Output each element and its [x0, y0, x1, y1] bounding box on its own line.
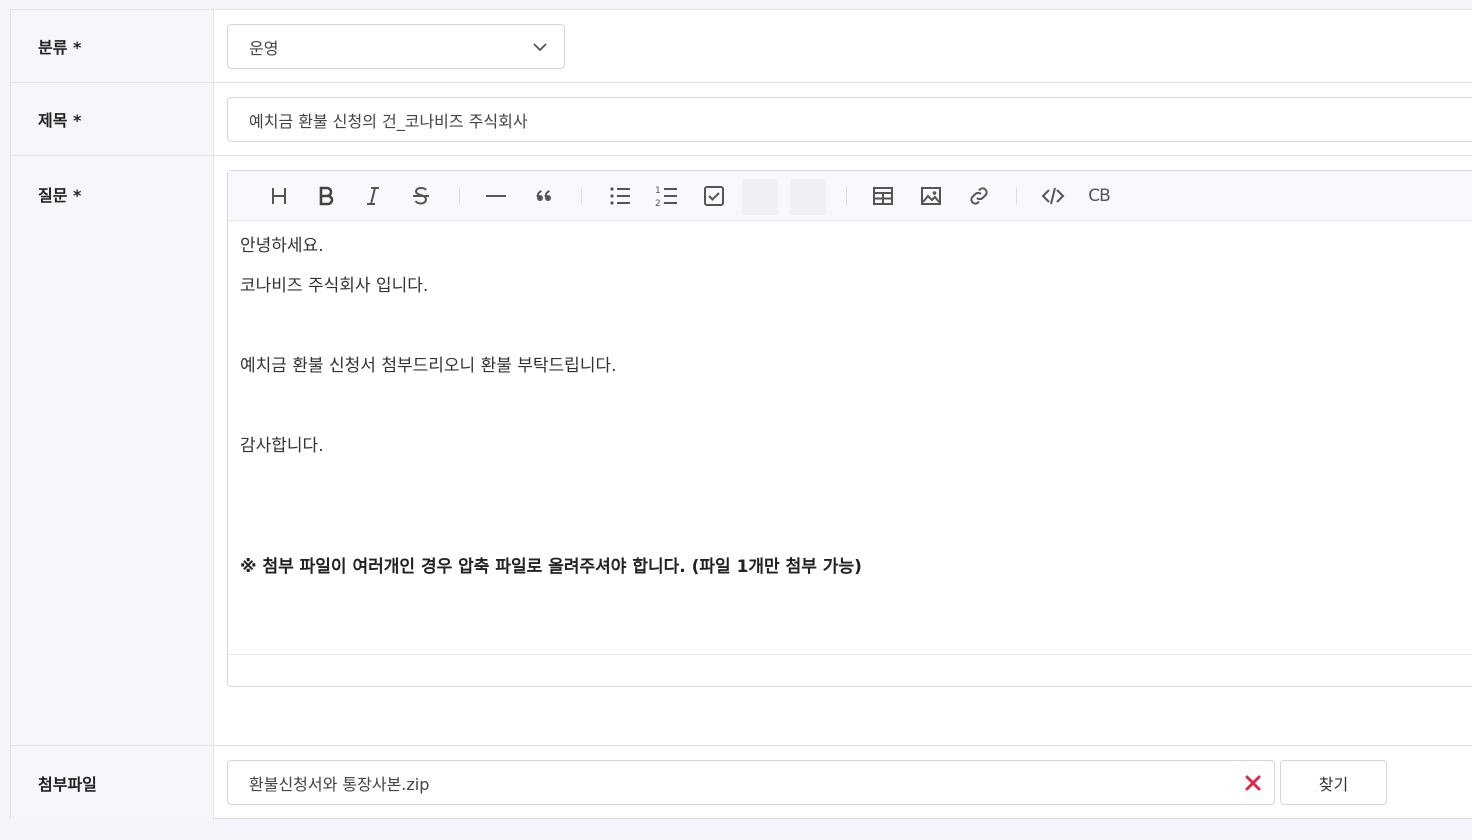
bold-icon — [319, 186, 334, 206]
bullet-list-icon — [610, 187, 630, 205]
italic-icon — [367, 187, 379, 205]
category-selected-value: 운영 — [249, 38, 279, 58]
editor-notice-line: ※ 첨부 파일이 여러개인 경우 압축 파일로 올려주셔야 합니다. (파일 1… — [240, 557, 862, 577]
horizontal-rule-button[interactable] — [483, 183, 509, 209]
italic-button[interactable] — [360, 183, 386, 209]
editor-footer — [228, 654, 1472, 686]
ordered-list-button[interactable]: 12 — [654, 183, 680, 209]
task-list-button[interactable] — [701, 183, 727, 209]
image-button[interactable] — [918, 183, 944, 209]
title-label: 제목 * — [11, 83, 214, 155]
editor-toolbar: 12 CB — [228, 171, 1472, 221]
heading-button[interactable] — [266, 183, 292, 209]
table-icon — [873, 187, 893, 205]
toolbar-button-blank-1[interactable] — [742, 179, 778, 215]
editor-line: 예치금 환불 신청서 첨부드리오니 환불 부탁드립니다. — [240, 356, 617, 376]
editor-line: 안녕하세요. — [240, 236, 324, 256]
markdown-editor: 12 CB 안녕하세요. 코나비즈 주식회사 입니다. 예치금 환불 신청서 첨… — [227, 170, 1472, 687]
svg-text:1: 1 — [655, 186, 661, 196]
strikethrough-icon — [413, 186, 429, 205]
codeblock-button[interactable]: CB — [1086, 183, 1112, 209]
attachment-label: 첨부파일 — [11, 746, 214, 820]
attachment-file-input[interactable]: 환불신청서와 통장사본.zip — [227, 760, 1275, 805]
question-row: 질문 * 1 2 CB 안녕하세요. 코나비즈 주식회사 입니다. 예치금 환불… — [11, 156, 1472, 746]
title-row: 제목 * 예치금 환불 신청의 건_코나비즈 주식회사 — [11, 83, 1472, 156]
inquiry-form: 분류 * 운영 제목 * 예치금 환불 신청의 건_코나비즈 주식회사 질문 * — [10, 9, 1472, 820]
bold-button[interactable] — [313, 183, 339, 209]
link-button[interactable] — [966, 183, 992, 209]
ordered-list-icon: 12 — [655, 186, 677, 208]
link-icon — [970, 187, 988, 205]
image-icon — [921, 187, 941, 205]
quote-icon — [536, 190, 551, 201]
code-button[interactable] — [1040, 183, 1066, 209]
editor-line: 코나비즈 주식회사 입니다. — [240, 276, 429, 296]
svg-text:2: 2 — [655, 199, 661, 208]
find-file-button[interactable]: 찾기 — [1280, 760, 1387, 805]
chevron-down-icon — [533, 43, 547, 52]
heading-icon — [272, 188, 286, 204]
quote-button[interactable] — [531, 183, 557, 209]
table-button[interactable] — [870, 183, 896, 209]
category-select[interactable]: 운영 — [227, 24, 565, 69]
code-icon — [1041, 187, 1065, 205]
strikethrough-button[interactable] — [408, 183, 434, 209]
title-input[interactable]: 예치금 환불 신청의 건_코나비즈 주식회사 — [227, 97, 1472, 142]
category-row: 분류 * 운영 — [11, 10, 1472, 83]
title-input-value: 예치금 환불 신청의 건_코나비즈 주식회사 — [249, 111, 528, 131]
attachment-file-name: 환불신청서와 통장사본.zip — [249, 774, 430, 794]
editor-line: 감사합니다. — [240, 436, 324, 456]
attachment-row: 첨부파일 환불신청서와 통장사본.zip 찾기 — [11, 746, 1472, 820]
task-list-icon — [704, 186, 724, 206]
toolbar-button-blank-2[interactable] — [790, 179, 826, 215]
question-label: 질문 * — [11, 156, 214, 745]
bullet-list-button[interactable] — [607, 183, 633, 209]
remove-icon[interactable] — [1244, 774, 1262, 792]
horizontal-rule-icon — [486, 195, 506, 197]
category-label: 분류 * — [11, 10, 214, 82]
